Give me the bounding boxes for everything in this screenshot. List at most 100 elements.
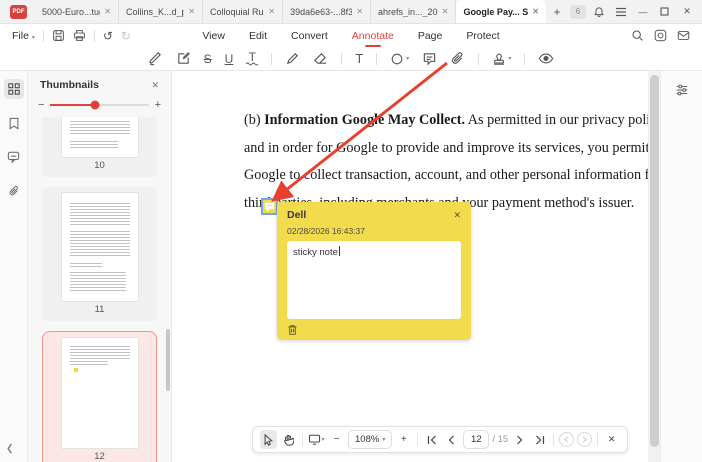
note-text-input[interactable]: sticky note xyxy=(287,241,461,319)
slider-knob[interactable] xyxy=(90,100,100,110)
maximize-button[interactable] xyxy=(654,0,676,23)
bookmarks-panel-icon[interactable] xyxy=(4,113,24,133)
hamburger-menu-icon[interactable] xyxy=(610,0,632,23)
strikethrough-tool-icon[interactable]: S xyxy=(204,52,212,66)
hand-tool-button[interactable] xyxy=(280,430,297,449)
settings-icon[interactable] xyxy=(654,29,667,42)
tab-close-icon[interactable]: ✕ xyxy=(356,7,363,16)
view-history-forward-button[interactable] xyxy=(577,432,593,447)
undo-icon[interactable]: ↺ xyxy=(103,29,113,43)
tab-count-badge[interactable]: 6 xyxy=(569,5,586,19)
tab-close-icon[interactable]: ✕ xyxy=(188,7,195,16)
view-mode-button[interactable]: ▾ xyxy=(308,430,325,449)
search-icon[interactable] xyxy=(631,29,644,42)
minimize-button[interactable]: — xyxy=(632,0,654,23)
note-delete-trash-icon[interactable] xyxy=(287,324,461,336)
divider xyxy=(42,29,44,42)
redo-icon[interactable]: ↻ xyxy=(121,29,131,43)
text-comment-tool-icon[interactable]: T xyxy=(355,51,363,66)
scrollbar-thumb[interactable] xyxy=(649,75,659,447)
menu-convert[interactable]: Convert xyxy=(291,30,328,42)
note-close-icon[interactable]: ✕ xyxy=(453,210,461,221)
last-page-button[interactable] xyxy=(531,430,548,449)
thumbnail-page-10[interactable]: 10 xyxy=(42,117,157,177)
first-page-button[interactable] xyxy=(423,430,440,449)
divider xyxy=(597,433,599,446)
thumbnail-page-11[interactable]: 11 xyxy=(42,187,157,321)
sticky-note-annotation-icon[interactable] xyxy=(261,198,278,215)
tab-label: Collins_K...d_phrases xyxy=(126,6,185,17)
slider-fill xyxy=(50,104,95,106)
sticky-note-tool-icon[interactable] xyxy=(422,51,437,66)
area-highlight-tool-icon[interactable] xyxy=(176,51,191,66)
select-tool-button[interactable] xyxy=(260,430,277,449)
menu-view[interactable]: View xyxy=(202,30,225,42)
file-menu[interactable]: File ▾ xyxy=(12,30,35,42)
properties-adjust-icon[interactable] xyxy=(675,83,689,462)
tab-document-4[interactable]: 39da6e63-...8f36aa7ad ✕ xyxy=(283,0,372,23)
slider-track[interactable] xyxy=(50,100,149,110)
tab-label: 39da6e63-...8f36aa7ad xyxy=(290,6,353,17)
pencil-tool-icon[interactable] xyxy=(285,51,300,66)
collapse-sidebar-icon[interactable]: ❮ xyxy=(6,443,14,454)
thumbnail-scrollbar[interactable] xyxy=(166,329,170,391)
panel-title: Thumbnails xyxy=(40,79,99,91)
tab-close-icon[interactable]: ✕ xyxy=(104,7,111,16)
stamp-tool-icon[interactable]: ▾ xyxy=(492,52,511,66)
chevron-down-icon: ▾ xyxy=(382,437,386,443)
menu-edit[interactable]: Edit xyxy=(249,30,267,42)
eraser-tool-icon[interactable] xyxy=(313,51,328,66)
tab-close-icon[interactable]: ✕ xyxy=(268,7,275,16)
highlight-tool-icon[interactable] xyxy=(148,51,163,66)
comments-panel-icon[interactable] xyxy=(4,147,24,167)
save-icon[interactable] xyxy=(52,29,65,42)
show-annotations-eye-icon[interactable] xyxy=(538,52,554,65)
close-panel-icon[interactable]: ✕ xyxy=(151,80,159,91)
zoom-level-select[interactable]: 108% ▾ xyxy=(348,430,393,449)
tab-close-icon[interactable]: ✕ xyxy=(532,7,539,16)
slider-minus-button[interactable]: − xyxy=(38,99,44,111)
zoom-in-button[interactable]: + xyxy=(395,430,412,449)
thumbnail-size-slider: − + xyxy=(28,95,171,117)
thumbnails-panel-icon[interactable] xyxy=(3,79,24,99)
view-history-back-button[interactable] xyxy=(559,432,575,447)
squiggly-underline-tool-icon[interactable]: T xyxy=(246,51,259,66)
previous-page-button[interactable] xyxy=(443,430,460,449)
thumbnail-note-marker xyxy=(73,368,78,372)
tab-document-active[interactable]: Google Pay... Service * ✕ xyxy=(456,0,546,23)
menu-page[interactable]: Page xyxy=(418,30,443,42)
tab-document-2[interactable]: Collins_K...d_phrases ✕ xyxy=(119,0,203,23)
thumbnail-page-12[interactable]: 12 xyxy=(42,331,157,462)
close-navigation-bar-button[interactable]: ✕ xyxy=(603,430,620,449)
divider xyxy=(553,433,555,446)
tab-label: 5000-Euro...tuguese * xyxy=(42,6,100,17)
thumbnail-list: 10 11 12 xyxy=(28,117,171,462)
tab-close-icon[interactable]: ✕ xyxy=(442,7,449,16)
notifications-bell-icon[interactable] xyxy=(588,0,610,23)
divider xyxy=(341,52,343,65)
underline-tool-icon[interactable]: U xyxy=(225,52,234,66)
close-window-button[interactable]: ✕ xyxy=(676,0,698,23)
app-window: PDF 5000-Euro...tuguese * ✕ Collins_K...… xyxy=(0,0,702,462)
attachments-panel-icon[interactable] xyxy=(4,181,24,201)
zoom-out-button[interactable]: − xyxy=(328,430,345,449)
slider-plus-button[interactable]: + xyxy=(155,99,161,111)
document-page[interactable]: (b) Information Google May Collect. As p… xyxy=(172,71,648,462)
tab-document-5[interactable]: ahrefs_in..._20250825 ✕ xyxy=(371,0,457,23)
menu-annotate[interactable]: Annotate xyxy=(352,30,394,42)
divider xyxy=(93,29,95,42)
tab-document-3[interactable]: Colloquial Russian 2 ✕ xyxy=(203,0,284,23)
feedback-mail-icon[interactable] xyxy=(677,29,690,42)
window-tab-bar: PDF 5000-Euro...tuguese * ✕ Collins_K...… xyxy=(0,0,702,24)
shapes-tool-icon[interactable]: ▾ xyxy=(390,52,409,66)
print-icon[interactable] xyxy=(73,29,86,42)
next-page-button[interactable] xyxy=(511,430,528,449)
tab-label: Colloquial Russian 2 xyxy=(210,6,264,17)
document-scrollbar[interactable] xyxy=(648,71,660,462)
tab-document-1[interactable]: 5000-Euro...tuguese * ✕ xyxy=(35,0,119,23)
new-tab-button[interactable]: + xyxy=(546,0,568,23)
tab-label: Google Pay... Service * xyxy=(463,6,529,17)
page-number-input[interactable]: 12 xyxy=(463,430,490,449)
attachment-tool-icon[interactable] xyxy=(450,51,465,66)
menu-protect[interactable]: Protect xyxy=(466,30,499,42)
